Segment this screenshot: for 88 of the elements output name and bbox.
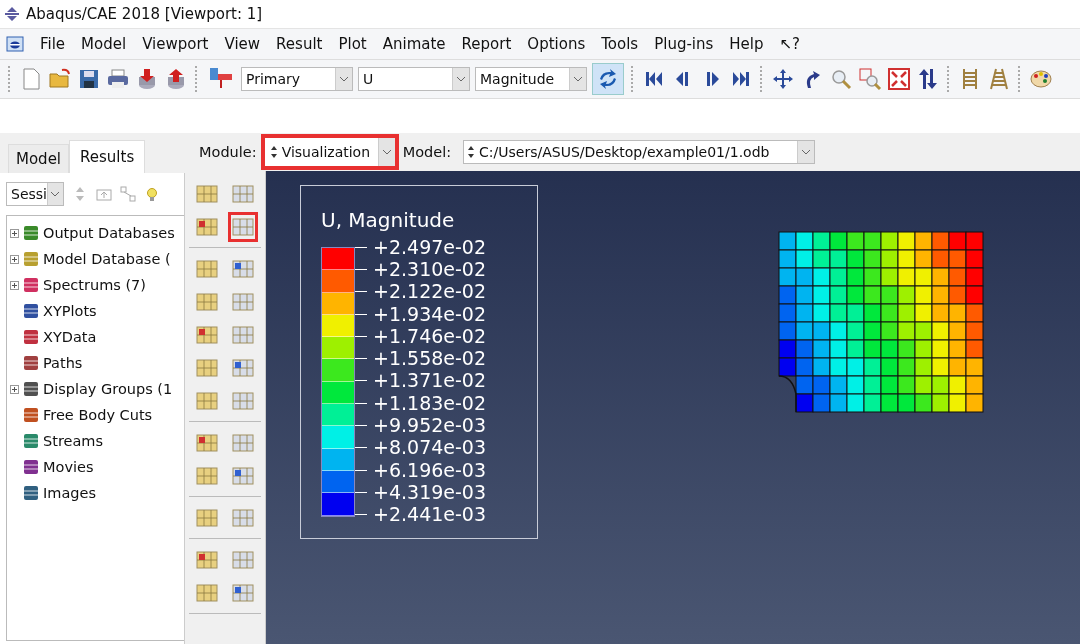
track-icon[interactable] (987, 67, 1011, 91)
light-bulb-icon[interactable] (144, 186, 160, 202)
open-folder-icon[interactable] (48, 67, 72, 91)
legend-value: +4.319e-03 (373, 482, 487, 502)
tree-item[interactable]: Spectrums (7) (43, 277, 146, 293)
tree-item[interactable]: Free Body Cuts (43, 407, 153, 423)
legend-value: +1.746e-02 (373, 326, 487, 346)
tree-item[interactable]: XYPlots (43, 303, 97, 319)
menu-item[interactable]: Viewport (142, 35, 209, 53)
palette-icon[interactable] (1029, 67, 1053, 91)
tree-node-icon (22, 432, 40, 450)
spinner-icon (269, 144, 278, 160)
caret-icon (801, 149, 812, 155)
expand-icon[interactable] (10, 228, 19, 238)
window-menu-icon[interactable] (6, 36, 24, 52)
save-icon[interactable] (77, 67, 101, 91)
tree-node-icon (22, 484, 40, 502)
menu-item[interactable]: ↖? (779, 35, 801, 53)
tree-item[interactable]: Movies (43, 459, 94, 475)
legend-value: +1.934e-02 (373, 304, 487, 324)
app-logo-icon (4, 6, 20, 22)
menu-item[interactable]: Plug-ins (654, 35, 714, 53)
tree-item[interactable]: Output Databases (43, 225, 175, 241)
legend-value: +1.183e-02 (373, 393, 487, 413)
legend-value: +9.952e-03 (373, 416, 487, 435)
legend-value: +2.310e-02 (373, 259, 487, 279)
tree-item[interactable]: Display Groups (1 (43, 381, 173, 397)
tree-item[interactable]: XYData (43, 329, 97, 345)
model-label: Model: (402, 144, 452, 160)
print-icon[interactable] (106, 67, 130, 91)
menu-item[interactable]: Report (461, 35, 512, 53)
up-down-arrows-icon[interactable] (916, 67, 940, 91)
legend-value: +6.196e-03 (373, 460, 487, 480)
legend-value: +2.497e-02 (373, 237, 487, 257)
menu-item[interactable]: View (224, 35, 261, 53)
tree-node-icon (22, 224, 40, 242)
expand-icon[interactable] (10, 254, 19, 264)
move-icon[interactable] (771, 67, 795, 91)
legend-title: U, Magnitude (321, 208, 455, 232)
tree-item[interactable]: Model Database ( (43, 251, 171, 267)
tree-node-icon (22, 328, 40, 346)
module-label: Module: (199, 144, 257, 160)
tree-node-icon (22, 250, 40, 268)
output-combo[interactable]: U (358, 67, 470, 91)
expand-icon[interactable] (10, 280, 19, 290)
menu-item[interactable]: Options (527, 35, 586, 53)
tree-item[interactable]: Paths (43, 355, 83, 371)
expand-icon[interactable] (10, 384, 19, 394)
panel-tab[interactable]: Results (69, 140, 146, 173)
menu-item[interactable]: Animate (382, 35, 446, 53)
refresh-icon[interactable] (592, 63, 624, 95)
legend-value: +2.122e-02 (373, 282, 487, 302)
tree-node-icon (22, 354, 40, 372)
caret-icon (50, 191, 61, 197)
tree-node-icon (22, 406, 40, 424)
spinner-icon (467, 144, 476, 160)
tree-node-icon (22, 276, 40, 294)
menu-item[interactable]: File (40, 35, 66, 53)
box-zoom-icon[interactable] (858, 67, 882, 91)
caret-icon (339, 76, 349, 82)
tree-item[interactable]: Images (43, 485, 96, 501)
panel-tab[interactable]: Model (8, 144, 70, 173)
tree-node-icon (22, 458, 40, 476)
caret-icon (573, 76, 583, 82)
model-combo[interactable]: C:/Users/ASUS/Desktop/example01/1.odb (463, 140, 816, 164)
module-combo[interactable]: Visualization (260, 134, 399, 170)
zoom-icon[interactable] (829, 67, 853, 91)
window-title: Abaqus/CAE 2018 [Viewport: 1] (26, 5, 263, 23)
legend-value: +8.074e-03 (373, 438, 487, 458)
menu-item[interactable]: Result (276, 35, 323, 53)
caret-icon (456, 76, 466, 82)
tree-node-icon (22, 380, 40, 398)
menu-item[interactable]: Help (729, 35, 764, 53)
session-combo[interactable]: Sessi (6, 182, 64, 206)
legend-value: +2.441e-03 (373, 505, 487, 525)
output-combo[interactable]: Magnitude (475, 67, 587, 91)
tree-nodes-icon[interactable] (120, 186, 136, 202)
caret-icon (381, 149, 392, 155)
tree-node-icon (22, 302, 40, 320)
output-combo[interactable]: Primary (241, 67, 353, 91)
tree-item[interactable]: Streams (43, 433, 104, 449)
fit-view-icon[interactable] (887, 67, 911, 91)
legend-value: +1.558e-02 (373, 349, 487, 369)
legend-value: +1.371e-02 (373, 371, 487, 391)
toolbox-tool[interactable] (228, 211, 258, 242)
menu-item[interactable]: Plot (338, 35, 367, 53)
menu-item[interactable]: Model (81, 35, 127, 53)
menu-item[interactable]: Tools (601, 35, 639, 53)
